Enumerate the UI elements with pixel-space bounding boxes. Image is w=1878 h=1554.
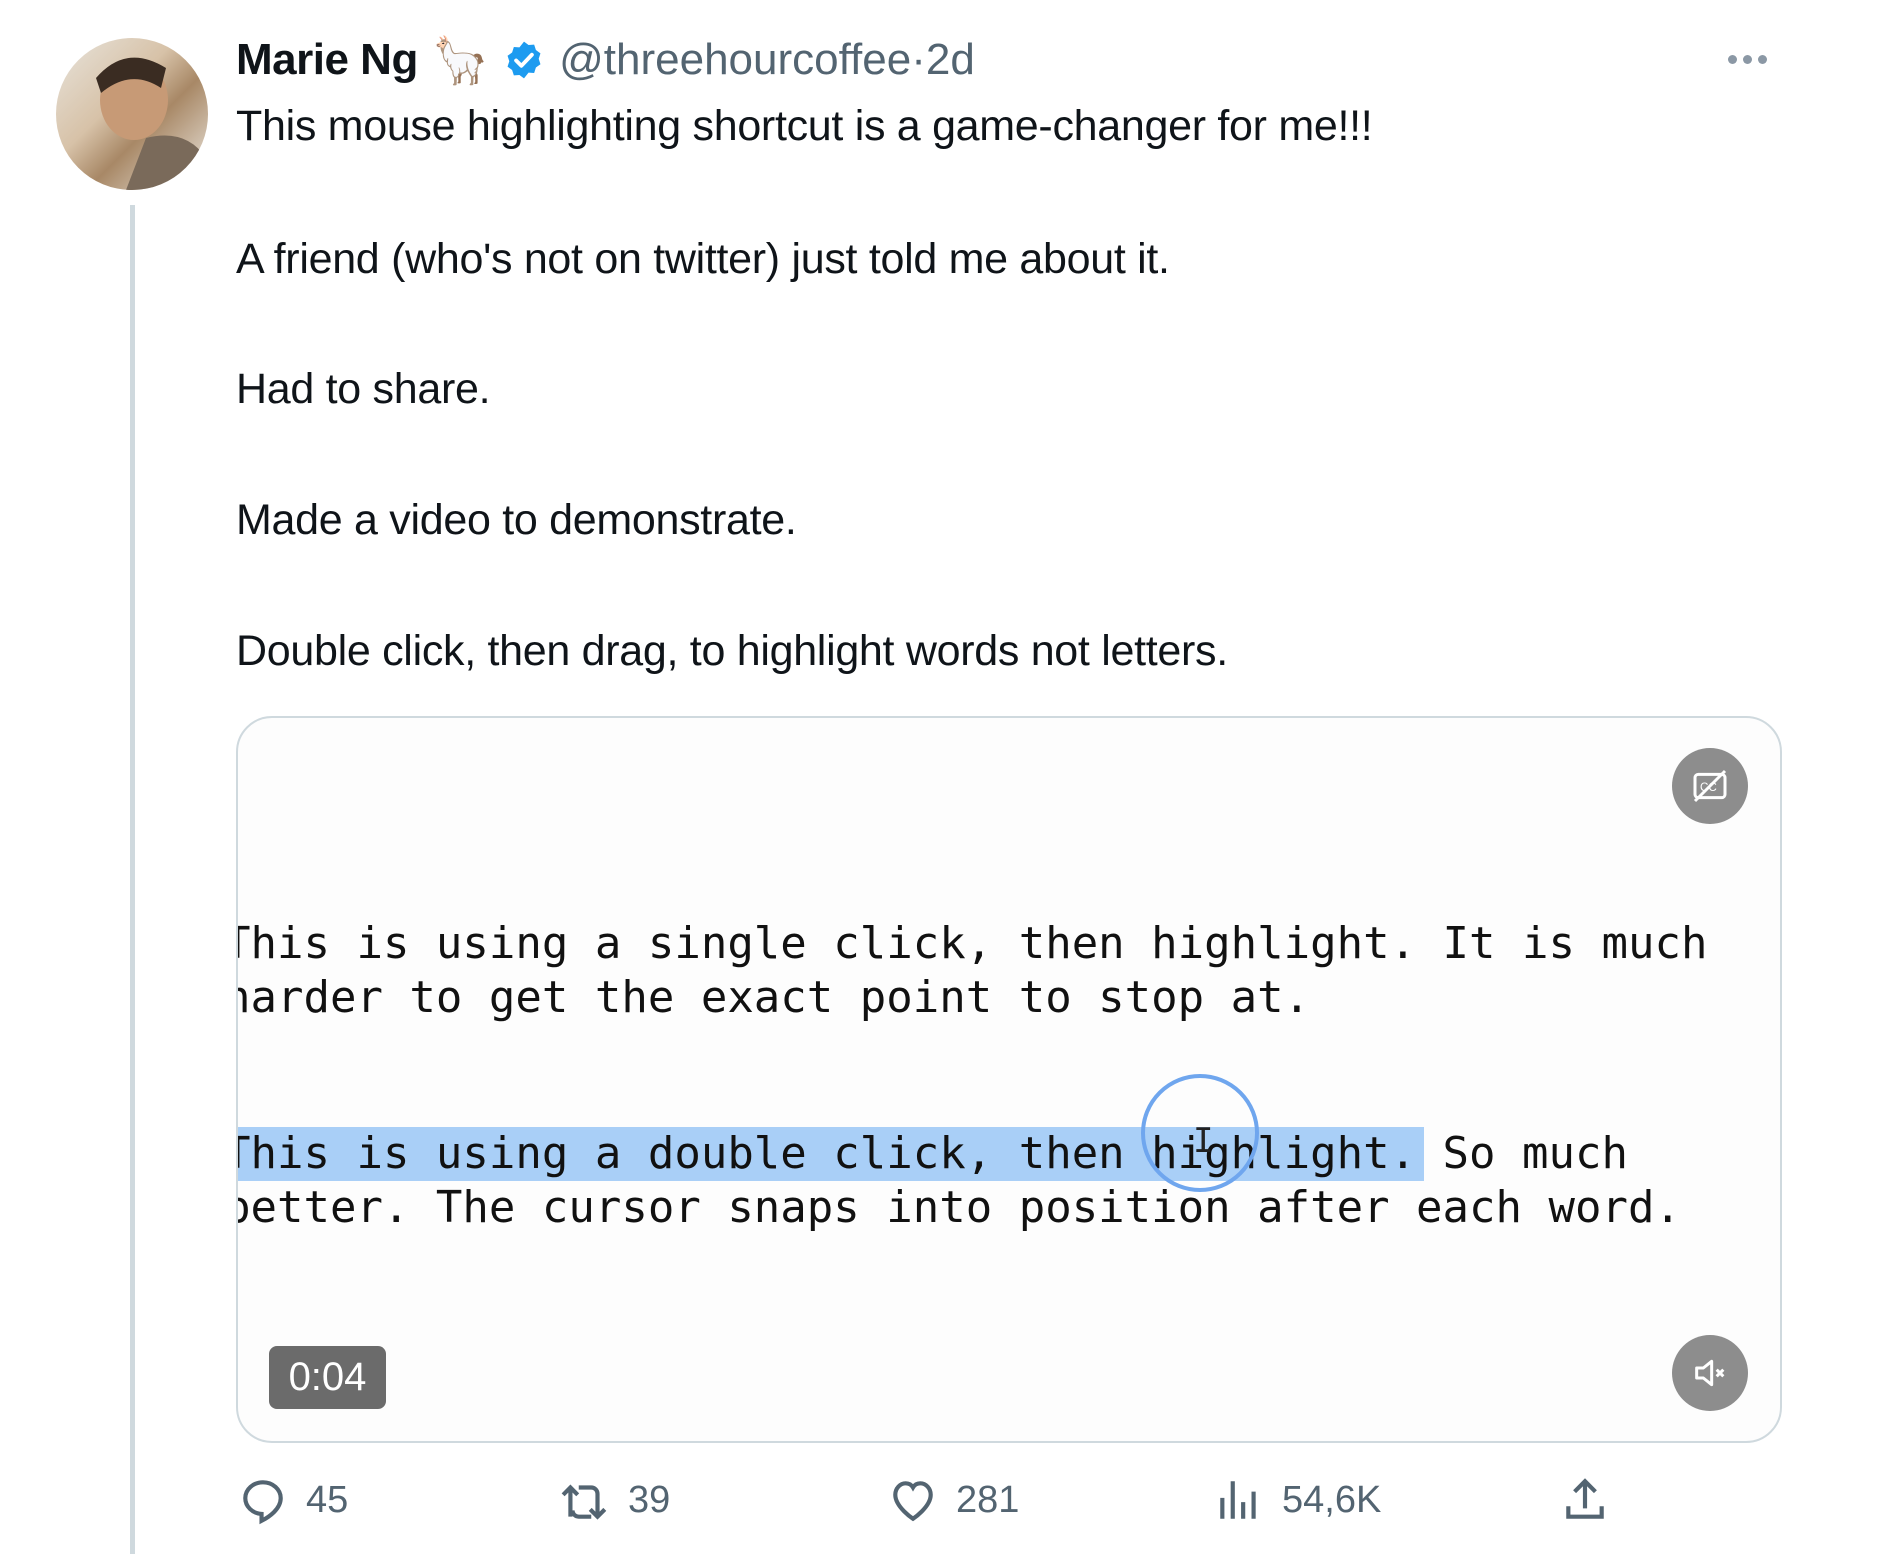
tweet-text-line: This mouse highlighting shortcut is a ga…	[236, 102, 1373, 150]
reply-icon	[243, 1480, 283, 1525]
video-player[interactable]: This is using a single click, then highl…	[236, 716, 1782, 1443]
share-button[interactable]	[1560, 1472, 1628, 1528]
author-handle[interactable]: @threehourcoffee·2d	[559, 35, 975, 85]
views-button[interactable]: 54,6K	[1214, 1472, 1381, 1528]
reply-button[interactable]: 45	[238, 1472, 348, 1528]
tweet-text-line: Double click, then drag, to highlight wo…	[236, 627, 1228, 675]
video-text-line: This is using a single click, then highl…	[236, 918, 1708, 969]
captions-off-button[interactable]: CC	[1672, 748, 1748, 824]
retweet-icon	[561, 1484, 607, 1520]
text-cursor-icon: I	[1193, 1121, 1214, 1161]
video-text-line: better. The cursor snaps into position a…	[236, 1182, 1681, 1233]
unmute-button[interactable]	[1672, 1335, 1748, 1411]
volume-muted-icon	[1695, 1359, 1725, 1387]
views-chart-icon	[1220, 1481, 1256, 1519]
like-count: 281	[956, 1478, 1020, 1521]
video-text-line: harder to get the exact point to stop at…	[236, 972, 1311, 1023]
author-name[interactable]: Marie Ng	[236, 35, 418, 85]
llama-emoji: 🦙	[431, 33, 490, 86]
tweet-text-line: Had to share.	[236, 365, 491, 413]
share-icon	[1566, 1478, 1604, 1519]
retweet-count: 39	[628, 1478, 671, 1521]
thread-line	[130, 205, 135, 1554]
video-timestamp: 0:04	[269, 1346, 386, 1409]
verified-badge-icon[interactable]	[503, 39, 545, 81]
avatar[interactable]	[56, 38, 208, 190]
retweet-button[interactable]: 39	[560, 1472, 670, 1528]
captions-off-icon: CC	[1693, 769, 1727, 803]
tweet-text-line: A friend (who's not on twitter) just tol…	[236, 235, 1170, 283]
tweet-header: Marie Ng 🦙 @threehourcoffee·2d	[236, 30, 975, 90]
heart-icon	[893, 1481, 933, 1522]
more-options-icon[interactable]	[1728, 44, 1778, 74]
view-count: 54,6K	[1282, 1478, 1382, 1521]
avatar-photo	[96, 57, 206, 190]
reply-count: 45	[306, 1478, 349, 1521]
timestamp[interactable]: 2d	[926, 35, 975, 84]
handle-text: @threehourcoffee	[559, 35, 912, 84]
like-button[interactable]: 281	[888, 1472, 1019, 1528]
separator: ·	[911, 35, 926, 84]
tweet-text-line: Made a video to demonstrate.	[236, 496, 797, 544]
video-text-line: This is using a double click, then highl…	[236, 1128, 1628, 1179]
